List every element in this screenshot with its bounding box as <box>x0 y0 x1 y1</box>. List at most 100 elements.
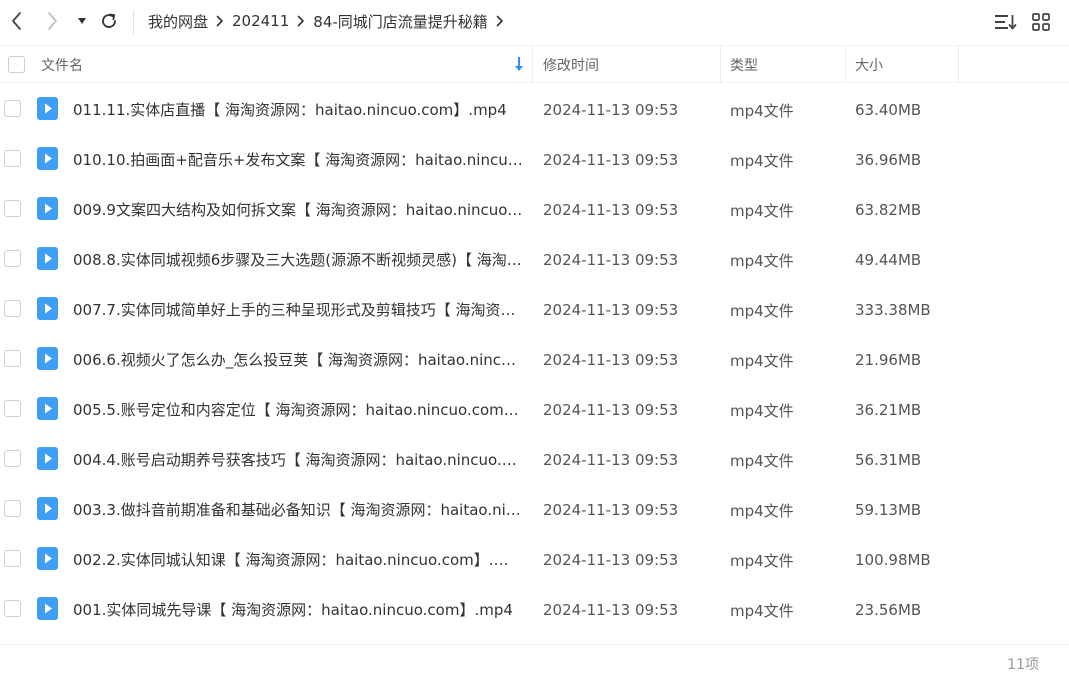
column-header-modified[interactable]: 修改时间 <box>543 46 599 83</box>
file-size: 333.38MB <box>855 301 931 319</box>
table-row[interactable]: 002.2.实体同城认知课【 海淘资源网：haitao.nincuo.com】.… <box>0 535 1069 585</box>
row-checkbox[interactable] <box>4 300 21 317</box>
file-modified: 2024-11-13 09:53 <box>543 451 679 469</box>
video-file-icon <box>37 297 58 320</box>
table-row[interactable]: 008.8.实体同城视频6步骤及三大选题(源源不断视频灵感)【 海淘资源网：ha… <box>0 235 1069 285</box>
video-file-icon <box>37 197 58 220</box>
table-row[interactable]: 007.7.实体同城简单好上手的三种呈现形式及剪辑技巧【 海淘资源网：haita… <box>0 285 1069 335</box>
chevron-right-icon[interactable] <box>488 15 512 27</box>
row-checkbox[interactable] <box>4 550 21 567</box>
file-modified: 2024-11-13 09:53 <box>543 301 679 319</box>
row-checkbox[interactable] <box>4 250 21 267</box>
file-name[interactable]: 004.4.账号启动期养号获客技巧【 海淘资源网：haitao.nincuo.c… <box>73 435 523 485</box>
file-name[interactable]: 002.2.实体同城认知课【 海淘资源网：haitao.nincuo.com】.… <box>73 535 523 585</box>
breadcrumb: 我的网盘 202411 84-同城门店流量提升秘籍 <box>148 0 512 42</box>
column-header-name[interactable]: 文件名 <box>41 46 83 83</box>
row-checkbox[interactable] <box>4 600 21 617</box>
video-file-icon <box>37 597 58 620</box>
column-divider[interactable] <box>845 46 846 83</box>
refresh-icon <box>102 13 116 28</box>
file-name[interactable]: 003.3.做抖音前期准备和基础必备知识【 海淘资源网：haitao.nincu… <box>73 485 523 535</box>
select-all-checkbox[interactable] <box>8 56 25 73</box>
breadcrumb-item-folder[interactable]: 202411 <box>232 12 289 30</box>
caret-down-icon <box>78 18 86 24</box>
row-checkbox[interactable] <box>4 450 21 467</box>
file-type: mp4文件 <box>730 451 794 470</box>
sort-list-icon <box>995 15 1017 30</box>
file-size: 100.98MB <box>855 551 931 569</box>
column-header-size-label: 大小 <box>855 57 883 74</box>
column-divider[interactable] <box>958 46 959 83</box>
row-checkbox[interactable] <box>4 350 21 367</box>
column-divider[interactable] <box>532 46 533 83</box>
table-row[interactable]: 005.5.账号定位和内容定位【 海淘资源网：haitao.nincuo.com… <box>0 385 1069 435</box>
file-size: 23.56MB <box>855 601 922 619</box>
row-checkbox[interactable] <box>4 400 21 417</box>
file-name[interactable]: 001.实体同城先导课【 海淘资源网：haitao.nincuo.com】.mp… <box>73 585 523 635</box>
file-list: 011.11.实体店直播【 海淘资源网：haitao.nincuo.com】.m… <box>0 85 1069 635</box>
breadcrumb-item-root[interactable]: 我的网盘 <box>148 11 208 32</box>
row-checkbox[interactable] <box>4 200 21 217</box>
column-divider[interactable] <box>720 46 721 83</box>
file-name[interactable]: 008.8.实体同城视频6步骤及三大选题(源源不断视频灵感)【 海淘资源网：ha… <box>73 235 523 285</box>
column-header-type-label: 类型 <box>730 57 758 74</box>
chevron-left-icon <box>12 12 21 30</box>
grid-view-icon <box>1032 13 1050 31</box>
chevron-right-icon <box>48 12 57 30</box>
file-type: mp4文件 <box>730 501 794 520</box>
row-checkbox[interactable] <box>4 150 21 167</box>
table-row[interactable]: 003.3.做抖音前期准备和基础必备知识【 海淘资源网：haitao.nincu… <box>0 485 1069 535</box>
table-row[interactable]: 006.6.视频火了怎么办_怎么投豆荚【 海淘资源网：haitao.nincuo… <box>0 335 1069 385</box>
video-file-icon <box>37 347 58 370</box>
file-name[interactable]: 006.6.视频火了怎么办_怎么投豆荚【 海淘资源网：haitao.nincuo… <box>73 335 523 385</box>
video-file-icon <box>37 447 58 470</box>
select-all-cell <box>8 46 25 83</box>
grid-view-button[interactable] <box>1028 10 1054 34</box>
file-size: 36.96MB <box>855 151 922 169</box>
file-type: mp4文件 <box>730 101 794 120</box>
file-name[interactable]: 010.10.拍画面+配音乐+发布文案【 海淘资源网：haitao.nincuo… <box>73 135 523 185</box>
table-row[interactable]: 001.实体同城先导课【 海淘资源网：haitao.nincuo.com】.mp… <box>0 585 1069 635</box>
file-modified: 2024-11-13 09:53 <box>543 401 679 419</box>
file-modified: 2024-11-13 09:53 <box>543 101 679 119</box>
sort-button[interactable] <box>993 10 1019 34</box>
item-count: 11项 <box>1007 657 1039 673</box>
column-header-name-label: 文件名 <box>41 57 83 74</box>
sort-arrow-down-icon[interactable] <box>512 56 526 73</box>
file-type: mp4文件 <box>730 201 794 220</box>
file-name[interactable]: 011.11.实体店直播【 海淘资源网：haitao.nincuo.com】.m… <box>73 85 523 135</box>
file-type: mp4文件 <box>730 301 794 320</box>
file-size: 59.13MB <box>855 501 922 519</box>
file-name[interactable]: 005.5.账号定位和内容定位【 海淘资源网：haitao.nincuo.com… <box>73 385 523 435</box>
file-name[interactable]: 009.9文案四大结构及如何拆文案【 海淘资源网：haitao.nincuo.c… <box>73 185 523 235</box>
video-file-icon <box>37 397 58 420</box>
refresh-button[interactable] <box>97 8 121 34</box>
file-type: mp4文件 <box>730 401 794 420</box>
file-size: 21.96MB <box>855 351 922 369</box>
history-dropdown-button[interactable] <box>74 8 90 34</box>
file-size: 63.82MB <box>855 201 922 219</box>
video-file-icon <box>37 247 58 270</box>
video-file-icon <box>37 497 58 520</box>
table-row[interactable]: 004.4.账号启动期养号获客技巧【 海淘资源网：haitao.nincuo.c… <box>0 435 1069 485</box>
table-row[interactable]: 009.9文案四大结构及如何拆文案【 海淘资源网：haitao.nincuo.c… <box>0 185 1069 235</box>
file-modified: 2024-11-13 09:53 <box>543 351 679 369</box>
file-size: 36.21MB <box>855 401 922 419</box>
file-modified: 2024-11-13 09:53 <box>543 251 679 269</box>
table-row[interactable]: 010.10.拍画面+配音乐+发布文案【 海淘资源网：haitao.nincuo… <box>0 135 1069 185</box>
back-button[interactable] <box>4 8 28 34</box>
file-modified: 2024-11-13 09:53 <box>543 601 679 619</box>
file-type: mp4文件 <box>730 151 794 170</box>
column-header-modified-label: 修改时间 <box>543 57 599 74</box>
file-browser-window: 我的网盘 202411 84-同城门店流量提升秘籍 文件名 修改时间 类型 大小… <box>0 0 1069 683</box>
row-checkbox[interactable] <box>4 500 21 517</box>
file-name[interactable]: 007.7.实体同城简单好上手的三种呈现形式及剪辑技巧【 海淘资源网：haita… <box>73 285 523 335</box>
breadcrumb-item-current[interactable]: 84-同城门店流量提升秘籍 <box>313 11 488 32</box>
table-row[interactable]: 011.11.实体店直播【 海淘资源网：haitao.nincuo.com】.m… <box>0 85 1069 135</box>
file-type: mp4文件 <box>730 551 794 570</box>
row-checkbox[interactable] <box>4 100 21 117</box>
column-header-type[interactable]: 类型 <box>730 46 758 83</box>
column-header-size[interactable]: 大小 <box>855 46 883 83</box>
file-type: mp4文件 <box>730 251 794 270</box>
forward-button[interactable] <box>41 8 65 34</box>
